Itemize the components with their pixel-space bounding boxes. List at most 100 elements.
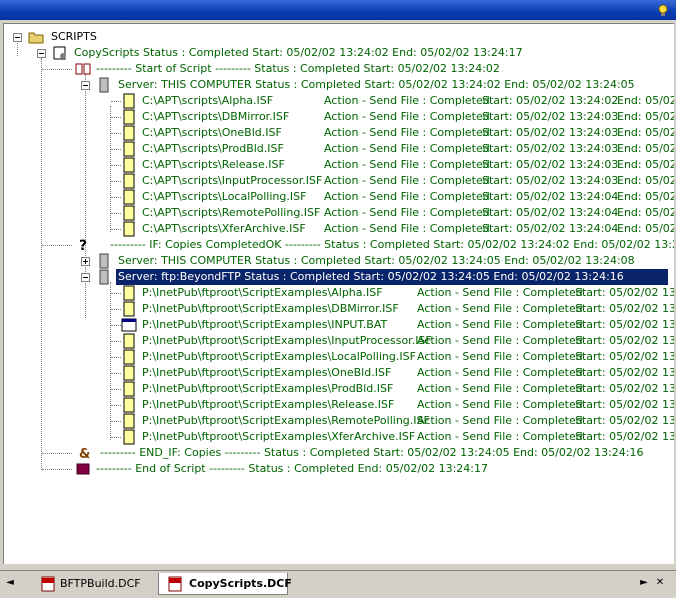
book-open-icon	[75, 63, 91, 75]
file-action: Action - Send File : Completed	[417, 430, 583, 443]
tree-row-file[interactable]: C:\APT\scripts\DBMirror.ISF Action - Sen…	[4, 109, 674, 125]
row-text: --------- End of Script --------- Status…	[96, 462, 488, 475]
file-icon	[123, 221, 135, 237]
file-start: Start: 05/02/02 13:24:03	[482, 110, 619, 123]
collapse-toggle[interactable]	[81, 81, 90, 90]
file-start: Start: 05/02/02 13:24:03	[482, 174, 619, 187]
row-text: CopyScripts Status : Completed Start: 05…	[74, 46, 523, 59]
tab-label: BFTPBuild.DCF	[60, 577, 141, 590]
tree-row-ftp-file[interactable]: P:\InetPub\ftproot\ScriptExamples\Releas…	[4, 397, 674, 413]
collapse-toggle[interactable]	[37, 49, 46, 58]
file-path: P:\InetPub\ftproot\ScriptExamples\OneBld…	[142, 366, 392, 379]
file-action: Action - Send File : Completed	[417, 366, 583, 379]
file-path: P:\InetPub\ftproot\ScriptExamples\XferAr…	[142, 430, 416, 443]
tree-row-server-this-computer[interactable]: Server: THIS COMPUTER Status : Completed…	[4, 253, 674, 269]
file-icon	[123, 205, 135, 221]
tree-row-ftp-file[interactable]: P:\InetPub\ftproot\ScriptExamples\XferAr…	[4, 429, 674, 445]
file-path: C:\APT\scripts\XferArchive.ISF	[142, 222, 306, 235]
file-action: Action - Send File : Completed	[417, 334, 583, 347]
tree-row-file[interactable]: C:\APT\scripts\Release.ISF Action - Send…	[4, 157, 674, 173]
tree-row-server-this-computer[interactable]: Server: THIS COMPUTER Status : Completed…	[4, 77, 674, 93]
tree-row-file[interactable]: C:\APT\scripts\XferArchive.ISF Action - …	[4, 221, 674, 237]
tree-row-scripts[interactable]: SCRIPTS	[4, 29, 674, 45]
title-bar	[0, 0, 676, 20]
collapse-toggle[interactable]	[81, 273, 90, 282]
script-gear-icon	[53, 46, 66, 60]
file-icon	[123, 301, 135, 317]
file-start: Start: 05/02/02 13:2	[575, 398, 674, 411]
tree-row-copyscripts[interactable]: CopyScripts Status : Completed Start: 05…	[4, 45, 674, 61]
tree-row-file[interactable]: C:\APT\scripts\OneBld.ISF Action - Send …	[4, 125, 674, 141]
tree-row-ftp-file[interactable]: P:\InetPub\ftproot\ScriptExamples\OneBld…	[4, 365, 674, 381]
file-action: Action - Send File : Completed	[417, 414, 583, 427]
tree-row-start-of-script[interactable]: --------- Start of Script --------- Stat…	[4, 61, 674, 77]
scroll-right-button[interactable]: ►	[638, 577, 650, 589]
file-action: Action - Send File : Completed	[417, 350, 583, 363]
file-path: P:\InetPub\ftproot\ScriptExamples\INPUT.…	[142, 318, 388, 331]
file-icon	[123, 413, 135, 429]
file-start: Start: 05/02/02 13:24:04	[482, 222, 619, 235]
collapse-toggle[interactable]	[13, 33, 22, 42]
file-icon	[123, 125, 135, 141]
file-start: Start: 05/02/02 13:2	[575, 382, 674, 395]
file-icon	[123, 365, 135, 381]
file-icon	[123, 189, 135, 205]
file-action: Action - Send File : Completed	[324, 174, 490, 187]
file-action: Action - Send File : Completed	[324, 222, 490, 235]
file-action: Action - Send File : Completed	[417, 286, 583, 299]
file-action: Action - Send File : Completed	[324, 142, 490, 155]
file-action: Action - Send File : Completed	[324, 94, 490, 107]
file-start: Start: 05/02/02 13:24:03	[482, 142, 619, 155]
file-end: End: 05/02	[617, 222, 674, 235]
book-closed-icon	[76, 463, 90, 475]
file-action: Action - Send File : Completed	[324, 158, 490, 171]
tree-root-label: SCRIPTS	[51, 30, 97, 43]
tree-row-file[interactable]: C:\APT\scripts\RemotePolling.ISF Action …	[4, 205, 674, 221]
expand-toggle[interactable]	[81, 257, 90, 266]
file-icon	[123, 429, 135, 445]
tree-row-ftp-file[interactable]: P:\InetPub\ftproot\ScriptExamples\DBMirr…	[4, 301, 674, 317]
server-icon	[99, 253, 109, 269]
close-tab-button[interactable]: ✕	[654, 577, 666, 589]
tab-bftpbuild[interactable]: BFTPBuild.DCF	[30, 573, 158, 595]
question-icon: ?	[79, 238, 87, 253]
tree-row-file[interactable]: C:\APT\scripts\LocalPolling.ISF Action -…	[4, 189, 674, 205]
file-action: Action - Send File : Completed	[324, 190, 490, 203]
tree-row-ftp-file[interactable]: P:\InetPub\ftproot\ScriptExamples\ProdBl…	[4, 381, 674, 397]
document-tab-bar: ◄ BFTPBuild.DCF CopyScripts.DCF ► ✕	[0, 570, 676, 598]
tree-row-file[interactable]: C:\APT\scripts\ProdBld.ISF Action - Send…	[4, 141, 674, 157]
tree-row-ftp-file[interactable]: P:\InetPub\ftproot\ScriptExamples\InputP…	[4, 333, 674, 349]
file-action: Action - Send File : Completed	[417, 318, 583, 331]
tree-row-if[interactable]: ? --------- IF: Copies CompletedOK -----…	[4, 237, 674, 253]
tree-row-server-ftp-selected[interactable]: Server: ftp:BeyondFTP Status : Completed…	[4, 269, 674, 285]
tree-row-end-if[interactable]: & --------- END_IF: Copies --------- Sta…	[4, 445, 674, 461]
batch-file-icon	[121, 318, 137, 332]
tab-copyscripts[interactable]: CopyScripts.DCF	[158, 573, 292, 595]
row-text: Server: THIS COMPUTER Status : Completed…	[118, 78, 635, 91]
file-start: Start: 05/02/02 13:2	[575, 350, 674, 363]
file-action: Action - Send File : Completed	[324, 126, 490, 139]
file-icon	[123, 285, 135, 301]
file-end: End: 05/02	[617, 190, 674, 203]
script-tree-view[interactable]: SCRIPTS CopyScripts Status : Completed S…	[3, 23, 674, 564]
tree-row-ftp-file[interactable]: P:\InetPub\ftproot\ScriptExamples\Alpha.…	[4, 285, 674, 301]
tree-row-file[interactable]: C:\APT\scripts\Alpha.ISF Action - Send F…	[4, 93, 674, 109]
file-icon	[123, 349, 135, 365]
file-path: P:\InetPub\ftproot\ScriptExamples\InputP…	[142, 334, 432, 347]
tree-row-file[interactable]: C:\APT\scripts\InputProcessor.ISF Action…	[4, 173, 674, 189]
file-end: End: 05/02	[617, 126, 674, 139]
tree-row-ftp-file[interactable]: P:\InetPub\ftproot\ScriptExamples\Remote…	[4, 413, 674, 429]
file-end: End: 05/02	[617, 174, 674, 187]
file-icon	[123, 93, 135, 109]
scroll-left-button[interactable]: ◄	[4, 577, 16, 589]
tree-row-end-of-script[interactable]: --------- End of Script --------- Status…	[4, 461, 674, 477]
file-path: P:\InetPub\ftproot\ScriptExamples\Remote…	[142, 414, 430, 427]
file-path: C:\APT\scripts\InputProcessor.ISF	[142, 174, 323, 187]
tree-row-ftp-file[interactable]: P:\InetPub\ftproot\ScriptExamples\INPUT.…	[4, 317, 674, 333]
tree-row-ftp-file[interactable]: P:\InetPub\ftproot\ScriptExamples\LocalP…	[4, 349, 674, 365]
file-path: C:\APT\scripts\OneBld.ISF	[142, 126, 282, 139]
dcf-file-icon	[41, 576, 55, 592]
bulb-icon[interactable]	[656, 3, 670, 17]
file-end: End: 05/02	[617, 158, 674, 171]
svg-text:&: &	[79, 447, 90, 461]
